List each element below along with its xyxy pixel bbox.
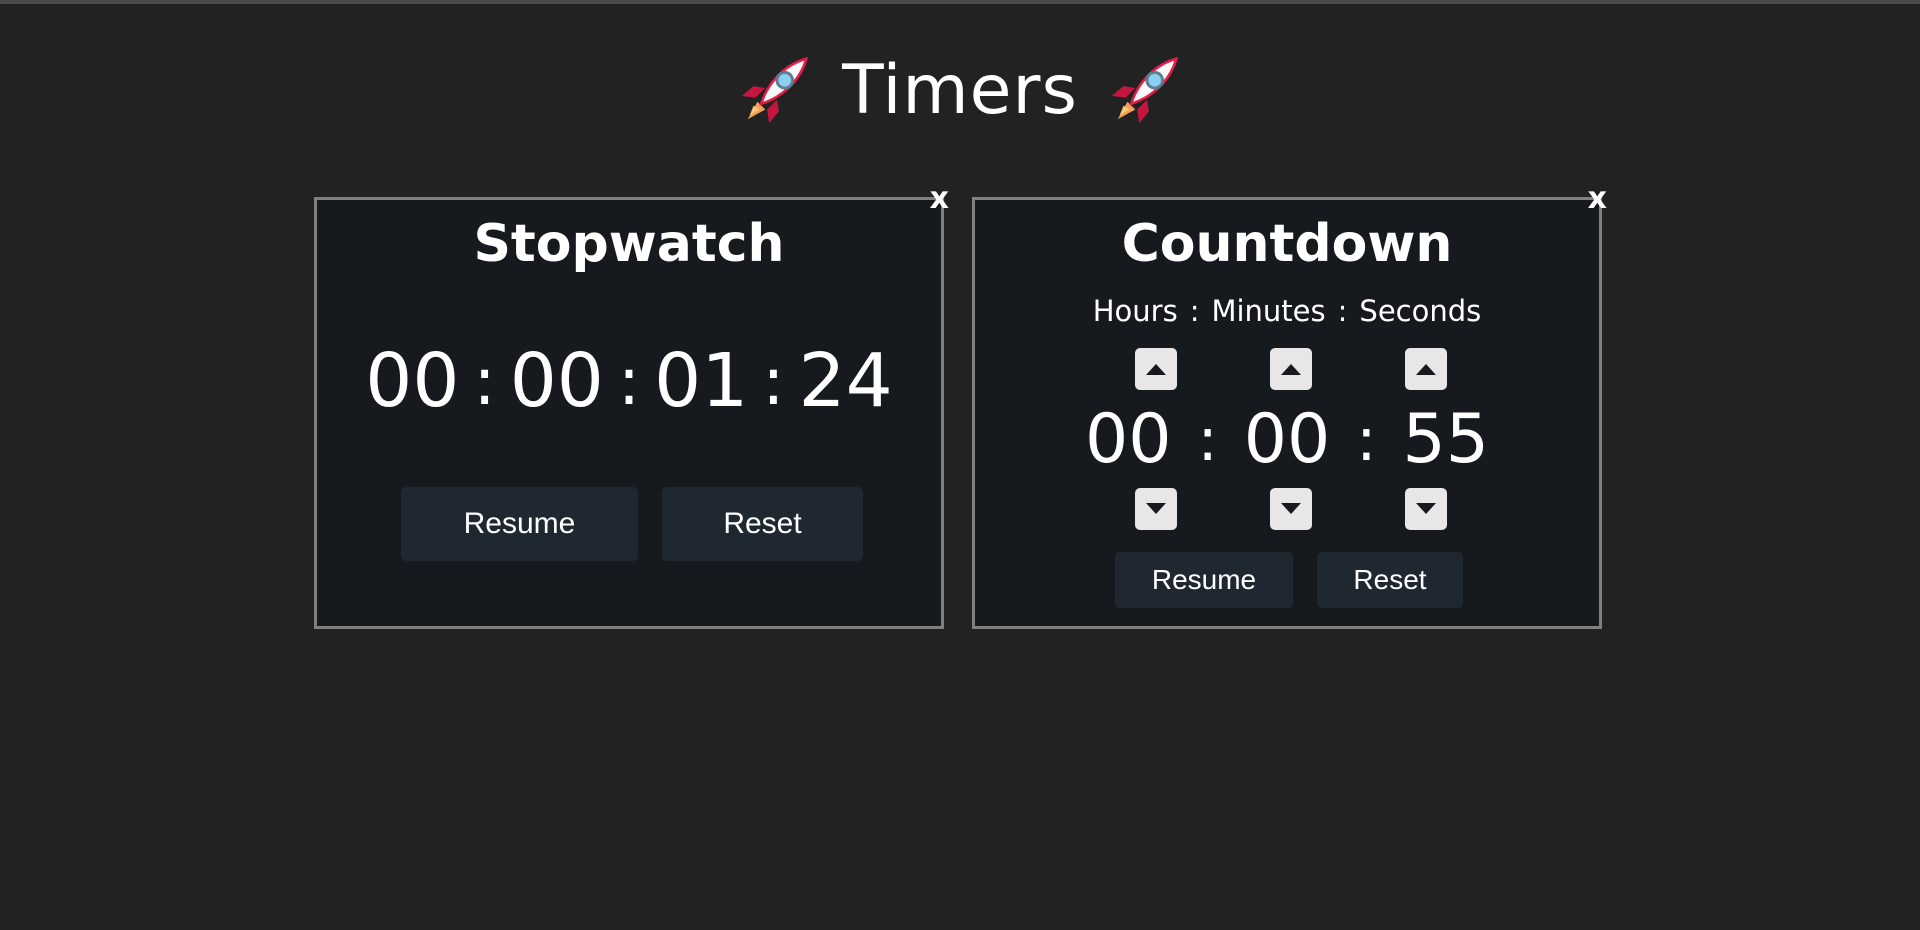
countdown-minutes: 00 [1243, 400, 1331, 479]
time-separator: : [1197, 404, 1218, 475]
countdown-unit-labels: Hours : Minutes : Seconds [975, 294, 1599, 328]
arrow-up-icon [1146, 364, 1166, 375]
countdown-display: 00 : 00 : 55 [975, 400, 1599, 479]
stopwatch-card: x Stopwatch 00 : 00 : 01 : 24 Resume Res… [314, 184, 949, 629]
time-separator: : [617, 342, 641, 420]
page-header: Timers [0, 40, 1920, 140]
hours-label: Hours [1092, 294, 1178, 328]
time-separator: : [473, 342, 496, 420]
countdown-card: x Countdown Hours : Minutes : Seconds 00… [972, 184, 1607, 629]
arrow-down-icon [1416, 503, 1436, 514]
stopwatch-resume-button[interactable]: Resume [401, 487, 638, 561]
seconds-decrement-button[interactable] [1405, 488, 1447, 530]
countdown-hours: 00 [1084, 400, 1172, 479]
minutes-label: Minutes [1211, 294, 1326, 328]
stopwatch-display: 00 : 00 : 01 : 24 [317, 338, 941, 424]
page-title: Timers [842, 50, 1078, 130]
minutes-decrement-button[interactable] [1270, 488, 1312, 530]
stopwatch-centiseconds: 24 [798, 338, 893, 424]
top-border [0, 0, 1920, 4]
stopwatch-seconds: 01 [654, 338, 749, 424]
rocket-icon [1106, 51, 1184, 129]
seconds-label: Seconds [1359, 294, 1482, 328]
stopwatch-close-button[interactable]: x [930, 184, 949, 214]
stopwatch-hours: 00 [365, 338, 460, 424]
time-separator: : [1356, 404, 1377, 475]
hours-increment-button[interactable] [1135, 348, 1177, 390]
rocket-icon [736, 51, 814, 129]
arrow-down-icon [1146, 503, 1166, 514]
countdown-close-button[interactable]: x [1588, 184, 1607, 214]
time-separator: : [762, 342, 785, 420]
label-separator: : [1189, 294, 1200, 328]
countdown-seconds: 55 [1402, 400, 1490, 479]
countdown-title: Countdown [1121, 214, 1453, 274]
stopwatch-minutes: 00 [509, 338, 604, 424]
countdown-reset-button[interactable]: Reset [1317, 552, 1463, 608]
stopwatch-title: Stopwatch [473, 214, 785, 274]
countdown-resume-button[interactable]: Resume [1115, 552, 1293, 608]
stopwatch-reset-button[interactable]: Reset [662, 487, 863, 561]
label-separator: : [1337, 294, 1348, 328]
arrow-down-icon [1281, 503, 1301, 514]
arrow-up-icon [1281, 364, 1301, 375]
hours-decrement-button[interactable] [1135, 488, 1177, 530]
minutes-increment-button[interactable] [1270, 348, 1312, 390]
seconds-increment-button[interactable] [1405, 348, 1447, 390]
arrow-up-icon [1416, 364, 1436, 375]
